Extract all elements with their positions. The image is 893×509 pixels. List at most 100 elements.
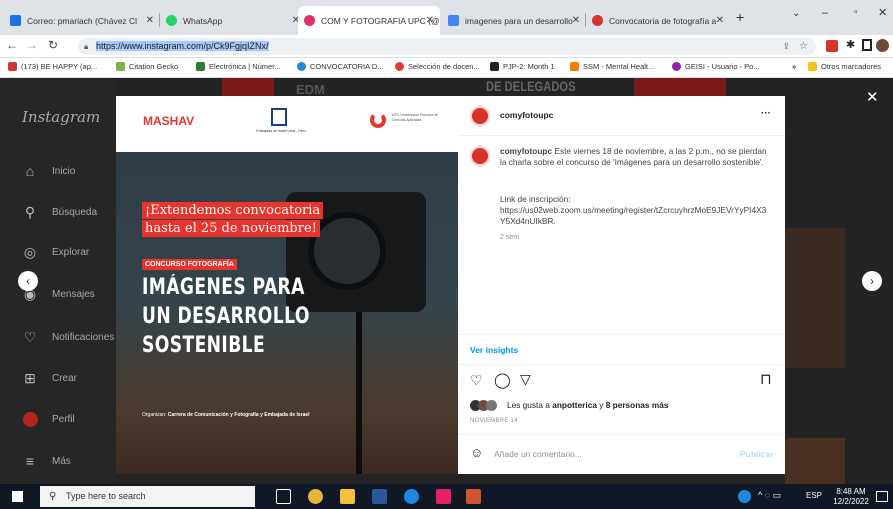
tab-whatsapp[interactable]: WhatsApp ✕: [160, 6, 306, 35]
close-tab-icon[interactable]: ✕: [716, 15, 724, 26]
more-options-icon[interactable]: ···: [761, 108, 771, 119]
url-text: https://www.instagram.com/p/Ck9FgjqIZNx/: [96, 41, 269, 51]
bookmark-item[interactable]: SSM - Mental Healt...: [570, 62, 654, 71]
address-bar[interactable]: 🔒︎ https://www.instagram.com/p/Ck9FgjqIZ…: [78, 38, 816, 55]
tab-drive[interactable]: imagenes para un desarrollo ✕: [442, 6, 586, 35]
post-image[interactable]: MASHAV Embajada de Israel Lima - Perú UP…: [116, 96, 458, 474]
caption-text: comyfotoupc Este viernes 18 de noviembre…: [500, 146, 767, 167]
share-icon[interactable]: ⇪: [782, 38, 790, 55]
bookmark-item[interactable]: Electrónica | Númer...: [196, 62, 281, 71]
caption-avatar[interactable]: [470, 146, 490, 166]
emoji-icon[interactable]: ☺: [470, 445, 483, 460]
caption-link[interactable]: https://us02web.zoom.us/meeting/register…: [500, 205, 770, 227]
puzzle-icon[interactable]: ✱: [846, 38, 855, 51]
minimize-button[interactable]: –: [822, 7, 828, 19]
headline-line-2: UN DESARROLLO: [142, 304, 310, 329]
publish-button[interactable]: Publicar: [740, 449, 774, 459]
sidebar-item-perfil[interactable]: Perfil: [22, 411, 75, 427]
store-icon[interactable]: [436, 489, 451, 504]
comment-icon[interactable]: ◯: [494, 371, 511, 389]
previous-post-button[interactable]: ‹: [18, 271, 38, 291]
gecko-icon: [116, 62, 125, 71]
notifications-icon[interactable]: [876, 491, 888, 502]
caption-link-label: Link de inscripción:: [500, 194, 571, 204]
whatsapp-icon: [166, 15, 177, 26]
bookmarks-bar: (173) BE HAPPY (ap... Citation Gecko Ele…: [0, 58, 893, 78]
language-indicator[interactable]: ESP: [806, 491, 822, 500]
forward-icon[interactable]: →: [26, 38, 38, 52]
more-bookmarks-button[interactable]: »: [792, 62, 796, 71]
share-icon[interactable]: ▽: [520, 371, 531, 388]
close-tab-icon[interactable]: ✕: [572, 15, 580, 26]
bookmark-item[interactable]: Selección de docen...: [395, 62, 480, 71]
help-icon[interactable]: [738, 490, 751, 503]
outlook-icon: [10, 15, 21, 26]
view-insights-link[interactable]: Ver insights: [470, 345, 518, 355]
sidebar-item-explorar[interactable]: ◎ Explorar: [22, 244, 89, 260]
windows-start-icon[interactable]: [12, 491, 23, 502]
other-bookmarks[interactable]: Otros marcadores: [808, 62, 881, 71]
contest-tag: CONCURSO FOTOGRAFÍA: [142, 259, 237, 270]
chrome-icon[interactable]: [308, 489, 323, 504]
maximize-button[interactable]: ▫: [854, 7, 858, 18]
tab-outlook[interactable]: Correo: pmariach (Chávez Cl ✕: [4, 6, 160, 35]
extension-icon[interactable]: [826, 40, 838, 52]
instagram-page: EDM DE DELEGADOS Instagram ⌂ Inicio ⚲ Búsq…: [0, 78, 893, 484]
author-username[interactable]: comyfotoupc: [500, 110, 553, 120]
likes-text: Les gusta a anpotterica y 8 personas más: [507, 400, 669, 410]
back-icon[interactable]: ←: [6, 38, 18, 52]
task-view-icon[interactable]: [276, 489, 291, 504]
word-icon[interactable]: [372, 489, 387, 504]
bookmark-icon: [490, 62, 499, 71]
bookmark-star-icon[interactable]: ☆: [799, 38, 808, 55]
profile-avatar[interactable]: [876, 39, 889, 52]
bookmark-item[interactable]: Citation Gecko: [116, 62, 178, 71]
tripod-shape: [356, 312, 362, 474]
background-post: [222, 78, 274, 98]
sidebar-item-inicio[interactable]: ⌂ Inicio: [22, 163, 76, 179]
tab-instagram[interactable]: COM Y FOTOGRAFIA UPC (@ ✕: [298, 6, 440, 35]
author-avatar[interactable]: [470, 106, 490, 126]
bookmark-item[interactable]: PJP-2: Month 1: [490, 62, 555, 71]
taskbar-search[interactable]: ⚲ Type here to search: [40, 486, 255, 507]
post-details-panel: comyfotoupc ··· comyfotoupc Este viernes…: [458, 96, 785, 474]
sidebar-item-mas[interactable]: ≡ Más: [22, 453, 71, 469]
comment-input[interactable]: Añade un comentario...: [494, 449, 582, 459]
close-tab-icon[interactable]: ✕: [426, 15, 434, 26]
sidebar-icon[interactable]: [862, 39, 872, 51]
edge-icon[interactable]: [404, 489, 419, 504]
address-toolbar: ← → ↻ 🔒︎ https://www.instagram.com/p/Ck9…: [0, 35, 893, 58]
tab-upc[interactable]: Convocatoria de fotografía a ✕: [586, 6, 730, 35]
bookmark-icon: [395, 62, 404, 71]
banner-line-2: hasta el 25 de noviembre!: [142, 220, 320, 237]
like-icon[interactable]: ♡: [470, 372, 483, 389]
headline-line-3: SOSTENIBLE: [142, 333, 266, 358]
bookmark-item[interactable]: GEISI - Usuario - Po...: [672, 62, 760, 71]
post-image-header: MASHAV Embajada de Israel Lima - Perú UP…: [116, 96, 458, 152]
sidebar-item-notificaciones[interactable]: ♡ Notificaciones: [22, 329, 115, 345]
file-explorer-icon[interactable]: [340, 489, 355, 504]
bookmark-item[interactable]: CONVOCATORIA D...: [297, 62, 383, 71]
tray-icons[interactable]: ^ ◌ ▭: [758, 490, 781, 501]
home-icon: ⌂: [25, 163, 35, 179]
close-window-button[interactable]: ✕: [878, 6, 887, 19]
background-post: [785, 438, 845, 484]
reload-icon[interactable]: ↻: [48, 38, 58, 52]
bookmark-icon: [672, 62, 681, 71]
headline-line-1: IMÁGENES PARA: [142, 275, 305, 300]
instagram-logo[interactable]: Instagram: [22, 108, 100, 126]
background-post: [634, 78, 726, 98]
sidebar-item-crear[interactable]: ⊞ Crear: [22, 370, 77, 386]
clock[interactable]: 8:48 AM 12/2/2022: [832, 487, 870, 507]
close-modal-button[interactable]: ✕: [866, 88, 879, 106]
new-tab-button[interactable]: +: [736, 9, 744, 25]
tab-search-icon[interactable]: ⌄: [792, 8, 800, 19]
next-post-button[interactable]: ›: [862, 271, 882, 291]
sidebar-item-busqueda[interactable]: ⚲ Búsqueda: [22, 204, 97, 220]
close-tab-icon[interactable]: ✕: [146, 15, 154, 26]
bookmark-item[interactable]: (173) BE HAPPY (ap...: [8, 62, 97, 71]
bookmark-icon: [297, 62, 306, 71]
post-date: NOVIEMBRE 14: [470, 418, 518, 424]
save-icon[interactable]: ⊓: [760, 370, 772, 388]
powerpoint-icon[interactable]: [466, 489, 481, 504]
